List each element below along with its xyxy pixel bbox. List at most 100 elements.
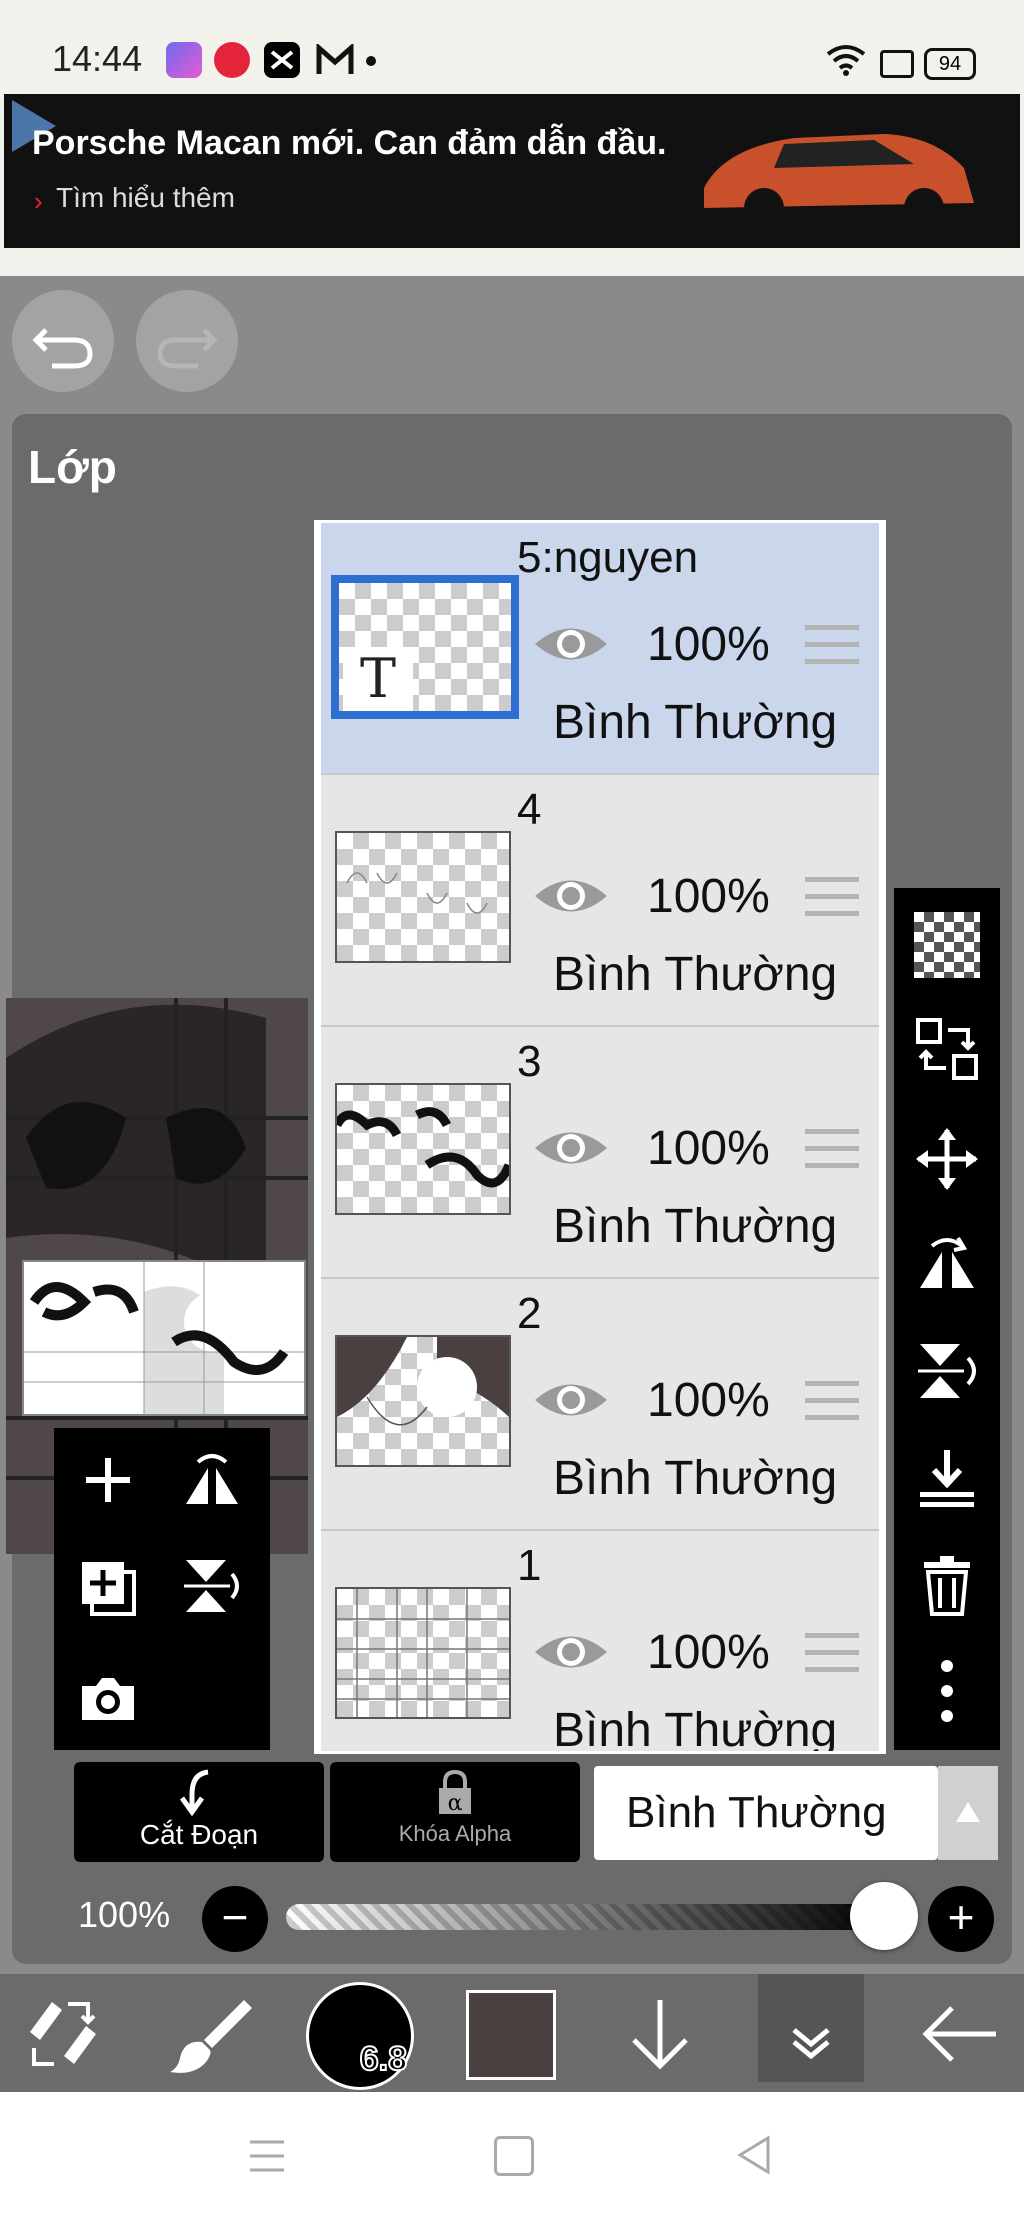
- brush-size-value: 6.8: [359, 2039, 408, 2079]
- text-layer-icon: T: [343, 647, 413, 711]
- bottom-toolbar: 6.8: [0, 1974, 1024, 2092]
- camera-icon[interactable]: [78, 1668, 138, 1728]
- record-notification-icon: [214, 42, 250, 78]
- layer-row[interactable]: T 5:nguyen 100% Bình Thường: [321, 523, 879, 775]
- drag-handle-icon[interactable]: [805, 625, 859, 665]
- plus-icon: +: [947, 1891, 975, 1943]
- layers-list[interactable]: T 5:nguyen 100% Bình Thường 4 100% Bình …: [314, 520, 886, 1754]
- eye-icon[interactable]: [533, 621, 609, 667]
- layer-thumbnail[interactable]: [335, 1083, 511, 1215]
- sim-icon: [880, 50, 914, 78]
- car-image: [704, 134, 974, 228]
- layer-name: 1: [517, 1541, 542, 1590]
- flip-vertical-icon[interactable]: [914, 1338, 980, 1404]
- layer-opacity: 100%: [647, 618, 770, 671]
- canvas-thumbnail[interactable]: [22, 1260, 306, 1416]
- layer-blend-mode: Bình Thường: [553, 948, 838, 1001]
- app-notification-icon: [166, 42, 202, 78]
- more-notifications-dot: [366, 56, 376, 66]
- eye-icon[interactable]: [533, 1629, 609, 1675]
- blend-mode-dropdown-button[interactable]: [938, 1766, 998, 1860]
- capcut-notification-icon: [264, 42, 300, 78]
- brush-icon[interactable]: [168, 1996, 252, 2076]
- home-nav-icon[interactable]: [494, 2136, 534, 2176]
- svg-text:α: α: [448, 1791, 463, 1816]
- ad-banner[interactable]: Porsche Macan mới. Can đảm dẫn đầu. › Tì…: [4, 94, 1020, 248]
- layer-opacity: 100%: [647, 1374, 770, 1427]
- layer-blend-mode: Bình Thường: [553, 1452, 838, 1505]
- swap-layer-icon[interactable]: [914, 1016, 980, 1082]
- minus-icon: −: [221, 1891, 249, 1943]
- opacity-increase-button[interactable]: +: [928, 1886, 994, 1952]
- ad-title: Porsche Macan mới. Can đảm dẫn đầu.: [32, 124, 667, 162]
- menu-nav-icon[interactable]: [248, 2138, 286, 2174]
- clip-button[interactable]: Cắt Đoạn: [74, 1762, 324, 1862]
- layer-row[interactable]: 3 100% Bình Thường: [321, 1027, 879, 1279]
- arrow-down-icon[interactable]: [620, 1994, 700, 2074]
- layer-opacity: 100%: [647, 1626, 770, 1679]
- ad-learn-more-link[interactable]: Tìm hiểu thêm: [56, 182, 235, 214]
- status-bar: [0, 0, 1024, 90]
- layer-tools-toolbar: [894, 888, 1000, 1750]
- merge-down-icon[interactable]: [914, 1446, 980, 1512]
- eye-icon[interactable]: [533, 1125, 609, 1171]
- layers-toggle-button[interactable]: [758, 1974, 864, 2082]
- lock-icon: α: [439, 1769, 471, 1816]
- back-nav-icon[interactable]: [736, 2134, 772, 2176]
- clip-arrow-icon: [179, 1769, 209, 1817]
- triangle-up-icon: [956, 1802, 980, 1822]
- brush-size-button[interactable]: 6.8: [306, 1982, 414, 2090]
- layer-name: 5:nguyen: [517, 533, 699, 582]
- layer-blend-mode: Bình Thường: [553, 1200, 838, 1253]
- system-navbar: [0, 2092, 1024, 2219]
- double-chevron-down-icon: [792, 2028, 830, 2060]
- layer-opacity: 100%: [647, 1122, 770, 1175]
- drag-handle-icon[interactable]: [805, 877, 859, 917]
- blend-mode-value: Bình Thường: [626, 1788, 887, 1837]
- drag-handle-icon[interactable]: [805, 1381, 859, 1421]
- more-options-icon[interactable]: [914, 1656, 980, 1726]
- layer-name: 4: [517, 785, 542, 834]
- wifi-icon: [826, 44, 866, 81]
- trash-icon[interactable]: [914, 1552, 980, 1618]
- back-arrow-icon[interactable]: [918, 1994, 1002, 2074]
- drag-handle-icon[interactable]: [805, 1129, 859, 1169]
- layer-thumbnail[interactable]: T: [331, 575, 519, 719]
- drag-handle-icon[interactable]: [805, 1633, 859, 1673]
- status-time: 14:44: [52, 38, 143, 79]
- layer-thumbnail[interactable]: [335, 831, 511, 963]
- layer-blend-mode: Bình Thường: [553, 696, 838, 749]
- flip-layer-horizontal-icon[interactable]: [182, 1450, 242, 1510]
- undo-button[interactable]: [12, 290, 114, 392]
- layer-name: 2: [517, 1289, 542, 1338]
- layer-add-toolbar: [54, 1428, 270, 1750]
- panel-title: Lớp: [28, 441, 117, 493]
- layer-opacity: 100%: [647, 870, 770, 923]
- opacity-slider-thumb[interactable]: [850, 1882, 918, 1950]
- battery-indicator: 94: [924, 48, 976, 80]
- layer-thumbnail[interactable]: [335, 1587, 511, 1719]
- redo-button[interactable]: [136, 290, 238, 392]
- layer-row[interactable]: 2 100% Bình Thường: [321, 1279, 879, 1531]
- flip-horizontal-icon[interactable]: [914, 1232, 980, 1298]
- tool-switch-icon[interactable]: [24, 1996, 100, 2072]
- add-layer-icon[interactable]: [78, 1450, 138, 1510]
- color-swatch[interactable]: [466, 1990, 556, 2080]
- transparency-icon[interactable]: [914, 912, 980, 978]
- add-copy-layer-icon[interactable]: [78, 1558, 138, 1618]
- layer-row[interactable]: 1 100% Bình Thường: [321, 1531, 879, 1754]
- move-icon[interactable]: [914, 1126, 980, 1192]
- layer-name: 3: [517, 1037, 542, 1086]
- layer-row[interactable]: 4 100% Bình Thường: [321, 775, 879, 1027]
- alpha-lock-label: Khóa Alpha: [398, 1821, 512, 1846]
- eye-icon[interactable]: [533, 1377, 609, 1423]
- blend-mode-select[interactable]: Bình Thường: [594, 1766, 938, 1860]
- flip-layer-vertical-icon[interactable]: [182, 1556, 242, 1616]
- opacity-slider[interactable]: [286, 1904, 884, 1930]
- opacity-label: 100%: [78, 1894, 171, 1935]
- layer-thumbnail[interactable]: [335, 1335, 511, 1467]
- opacity-decrease-button[interactable]: −: [202, 1886, 268, 1952]
- eye-icon[interactable]: [533, 873, 609, 919]
- layer-blend-mode: Bình Thường: [553, 1704, 838, 1754]
- alpha-lock-button[interactable]: α Khóa Alpha: [330, 1762, 580, 1862]
